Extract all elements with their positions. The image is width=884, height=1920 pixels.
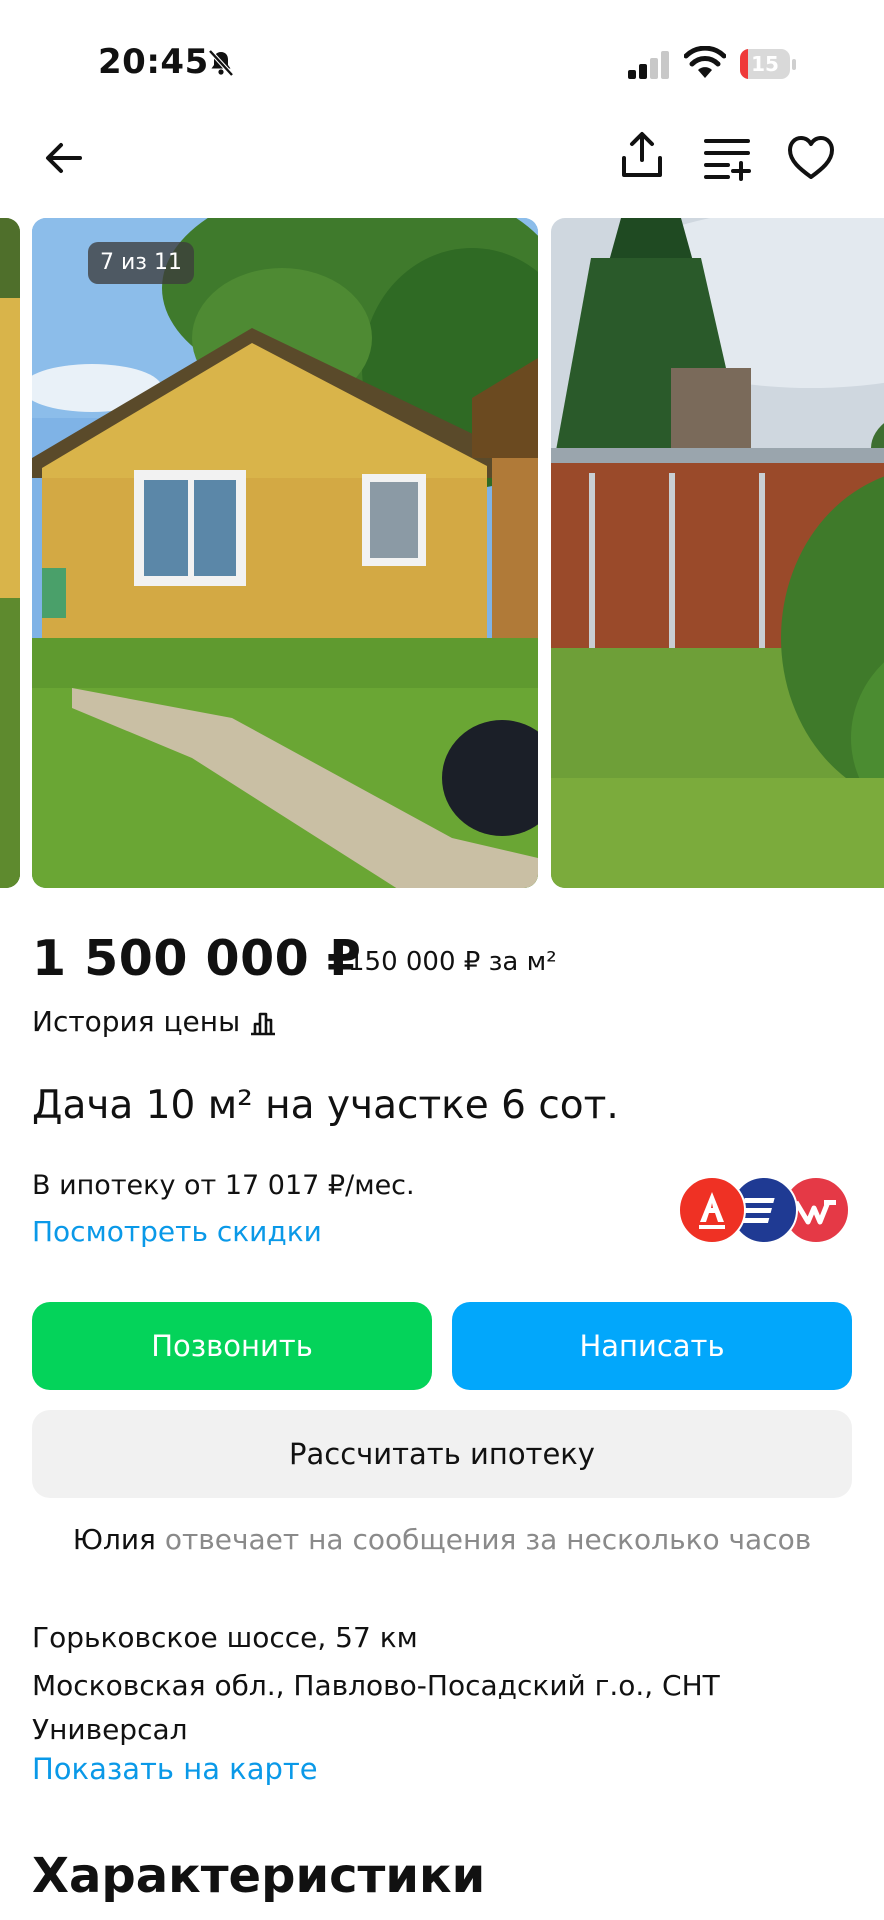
gallery-photo-current[interactable]: 7 из 11 <box>32 218 538 888</box>
bank-logos[interactable] <box>676 1176 850 1244</box>
call-button[interactable]: Позвонить <box>32 1302 432 1390</box>
seller-response-info: Юлия отвечает на сообщения за несколько … <box>0 1523 884 1556</box>
price-history-link[interactable]: История цены <box>32 1005 240 1038</box>
address-highway: Горьковское шоссе, 57 км <box>32 1621 418 1654</box>
seller-name[interactable]: Юлия <box>73 1523 156 1556</box>
address-region: Московская обл., Павлово-Посадский г.о.,… <box>32 1669 720 1746</box>
seller-response-time: отвечает на сообщения за несколько часов <box>164 1523 812 1556</box>
compare-icon[interactable] <box>702 132 752 182</box>
bar-chart-icon[interactable] <box>248 1008 278 1038</box>
gallery-photo-next[interactable] <box>551 218 884 888</box>
price-per-square-meter: 150 000 ₽ за м² <box>348 947 557 977</box>
write-message-button[interactable]: Написать <box>452 1302 852 1390</box>
mortgage-offer-text: В ипотеку от 17 017 ₽/мес. <box>32 1170 415 1201</box>
bell-slash-icon <box>208 49 234 77</box>
share-icon[interactable] <box>618 130 666 182</box>
status-bar: 20:45 15 <box>0 0 884 120</box>
wifi-icon <box>684 46 726 78</box>
battery-tip <box>792 59 796 70</box>
photo-counter: 7 из 11 <box>88 242 194 284</box>
characteristics-heading: Характеристики <box>32 1848 486 1904</box>
photo-gallery[interactable]: 7 из 11 <box>0 218 884 888</box>
show-on-map-link[interactable]: Показать на карте <box>32 1752 318 1786</box>
gallery-photo-previous[interactable] <box>0 218 20 888</box>
battery-icon: 15 <box>740 49 796 81</box>
battery-level: 15 <box>751 52 779 76</box>
view-discounts-link[interactable]: Посмотреть скидки <box>32 1215 322 1248</box>
heart-icon[interactable] <box>786 134 836 182</box>
calculate-mortgage-button[interactable]: Рассчитать ипотеку <box>32 1410 852 1498</box>
status-time: 20:45 <box>98 42 209 82</box>
listing-title: Дача 10 м² на участке 6 сот. <box>32 1083 619 1128</box>
battery-body: 15 <box>740 49 790 79</box>
listing-price: 1 500 000 ₽ <box>32 930 362 987</box>
alfa-bank-logo <box>678 1176 746 1244</box>
arrow-left-icon[interactable] <box>40 134 88 182</box>
signal-icon <box>628 51 669 79</box>
